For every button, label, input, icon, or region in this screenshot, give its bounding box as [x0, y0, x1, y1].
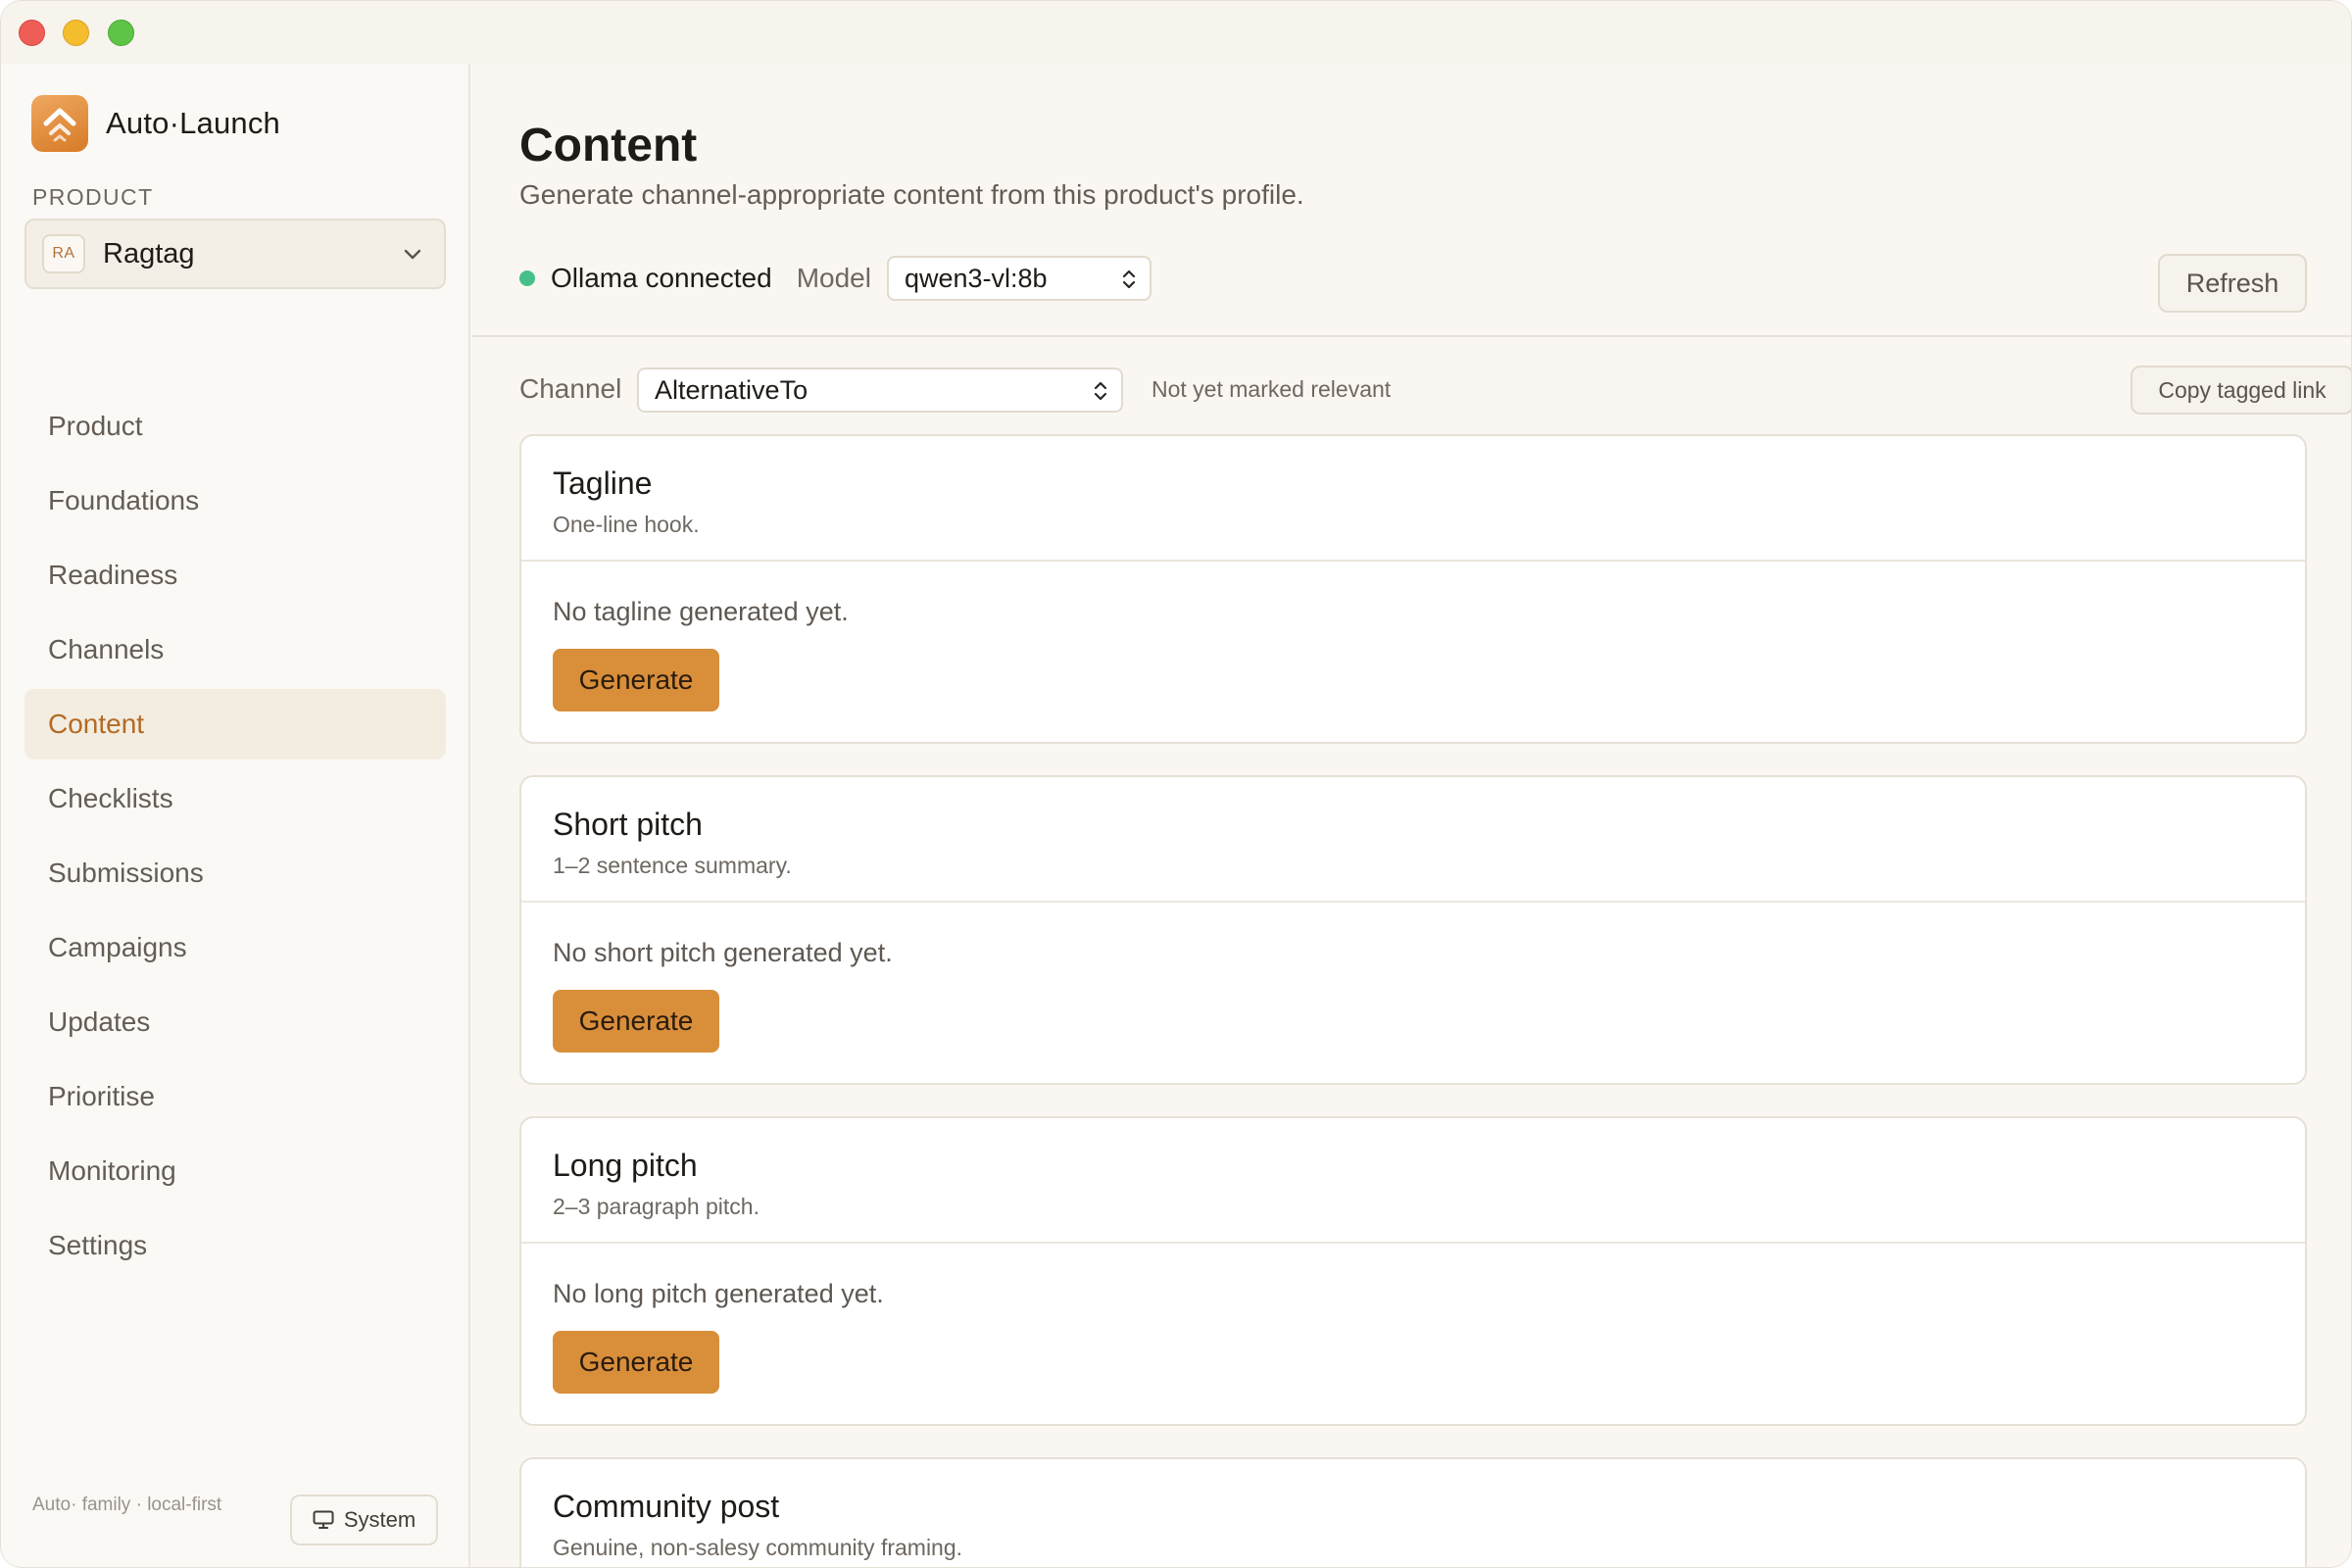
card-title: Short pitch: [553, 807, 703, 842]
sidebar-footer-text: Auto· family · local-first: [32, 1494, 222, 1515]
connection-status-text: Ollama connected: [551, 263, 772, 293]
channel-select-value: AlternativeTo: [655, 374, 808, 405]
brand: Auto·Launch: [31, 95, 280, 152]
minimize-window-button[interactable]: [63, 20, 89, 46]
empty-state-text: No tagline generated yet.: [553, 597, 849, 626]
product-section-label: PRODUCT: [32, 184, 154, 210]
card-body: No tagline generated yet. Generate: [521, 562, 2305, 711]
card-header: Short pitch 1–2 sentence summary.: [521, 777, 2305, 903]
card-title: Tagline: [553, 466, 653, 501]
sidebar-item-content[interactable]: Content: [24, 689, 446, 760]
product-avatar: RA: [42, 234, 85, 273]
connection-status-dot-icon: [519, 270, 535, 286]
sidebar-nav: Product Foundations Readiness Channels C…: [24, 391, 446, 1285]
chevron-down-icon: [401, 242, 424, 270]
product-name: Ragtag: [103, 237, 195, 270]
up-down-chevron-icon: [1092, 378, 1109, 411]
header-divider: [472, 335, 2351, 337]
copy-tagged-link-button[interactable]: Copy tagged link: [2131, 366, 2351, 415]
empty-state-text: No long pitch generated yet.: [553, 1279, 884, 1308]
channel-relevance-note: Not yet marked relevant: [1152, 376, 1392, 402]
empty-state-text: No short pitch generated yet.: [553, 938, 893, 967]
app-name: Auto·Launch: [106, 106, 280, 140]
model-select[interactable]: qwen3-vl:8b: [886, 256, 1152, 301]
generate-tagline-button[interactable]: Generate: [553, 649, 719, 711]
card-subtitle: Genuine, non-salesy community framing.: [553, 1535, 963, 1560]
sidebar: Auto·Launch PRODUCT RA Ragtag Product Fo…: [1, 64, 470, 1567]
card-title: Community post: [553, 1489, 780, 1524]
card-title: Long pitch: [553, 1148, 698, 1183]
sidebar-item-foundations[interactable]: Foundations: [24, 466, 446, 536]
close-window-button[interactable]: [19, 20, 45, 46]
up-down-chevron-icon: [1120, 267, 1138, 299]
card-subtitle: 1–2 sentence summary.: [553, 853, 792, 878]
sidebar-item-readiness[interactable]: Readiness: [24, 540, 446, 611]
main-content: Content Generate channel-appropriate con…: [472, 64, 2351, 1567]
channel-row: Channel AlternativeTo Not yet marked rel…: [519, 364, 2351, 416]
sidebar-item-submissions[interactable]: Submissions: [24, 838, 446, 908]
model-label: Model: [796, 263, 871, 293]
sidebar-item-monitoring[interactable]: Monitoring: [24, 1136, 446, 1206]
page-subtitle: Generate channel-appropriate content fro…: [519, 179, 1304, 210]
generate-short-pitch-button[interactable]: Generate: [553, 990, 719, 1053]
monitor-icon: [313, 1510, 334, 1529]
titlebar: [1, 1, 2351, 64]
sidebar-item-checklists[interactable]: Checklists: [24, 763, 446, 834]
card-subtitle: 2–3 paragraph pitch.: [553, 1194, 760, 1219]
short-pitch-card: Short pitch 1–2 sentence summary. No sho…: [519, 775, 2307, 1085]
card-header: Community post Genuine, non-salesy commu…: [521, 1459, 2305, 1567]
app-window: Auto·Launch PRODUCT RA Ragtag Product Fo…: [0, 0, 2352, 1568]
tagline-card: Tagline One-line hook. No tagline genera…: [519, 434, 2307, 744]
generate-long-pitch-button[interactable]: Generate: [553, 1331, 719, 1394]
sidebar-item-settings[interactable]: Settings: [24, 1210, 446, 1281]
theme-button-label: System: [343, 1507, 416, 1532]
product-selector[interactable]: RA Ragtag: [24, 219, 446, 289]
channel-label: Channel: [519, 373, 622, 404]
sidebar-item-updates[interactable]: Updates: [24, 987, 446, 1057]
theme-system-button[interactable]: System: [290, 1494, 438, 1545]
sidebar-item-product[interactable]: Product: [24, 391, 446, 462]
sidebar-item-prioritise[interactable]: Prioritise: [24, 1061, 446, 1132]
zoom-window-button[interactable]: [108, 20, 134, 46]
sidebar-item-campaigns[interactable]: Campaigns: [24, 912, 446, 983]
card-header: Tagline One-line hook.: [521, 436, 2305, 562]
card-body: No long pitch generated yet. Generate: [521, 1244, 2305, 1394]
community-post-card: Community post Genuine, non-salesy commu…: [519, 1457, 2307, 1567]
channel-select[interactable]: AlternativeTo: [637, 368, 1123, 413]
card-header: Long pitch 2–3 paragraph pitch.: [521, 1118, 2305, 1244]
rocket-chevron-logo-icon: [31, 95, 88, 152]
card-subtitle: One-line hook.: [553, 512, 700, 537]
model-status-row: Ollama connected Model qwen3-vl:8b: [519, 256, 1152, 301]
sidebar-item-channels[interactable]: Channels: [24, 614, 446, 685]
long-pitch-card: Long pitch 2–3 paragraph pitch. No long …: [519, 1116, 2307, 1426]
card-body: No short pitch generated yet. Generate: [521, 903, 2305, 1053]
model-select-value: qwen3-vl:8b: [904, 263, 1048, 293]
page-title: Content: [519, 120, 698, 172]
refresh-button[interactable]: Refresh: [2158, 254, 2307, 313]
